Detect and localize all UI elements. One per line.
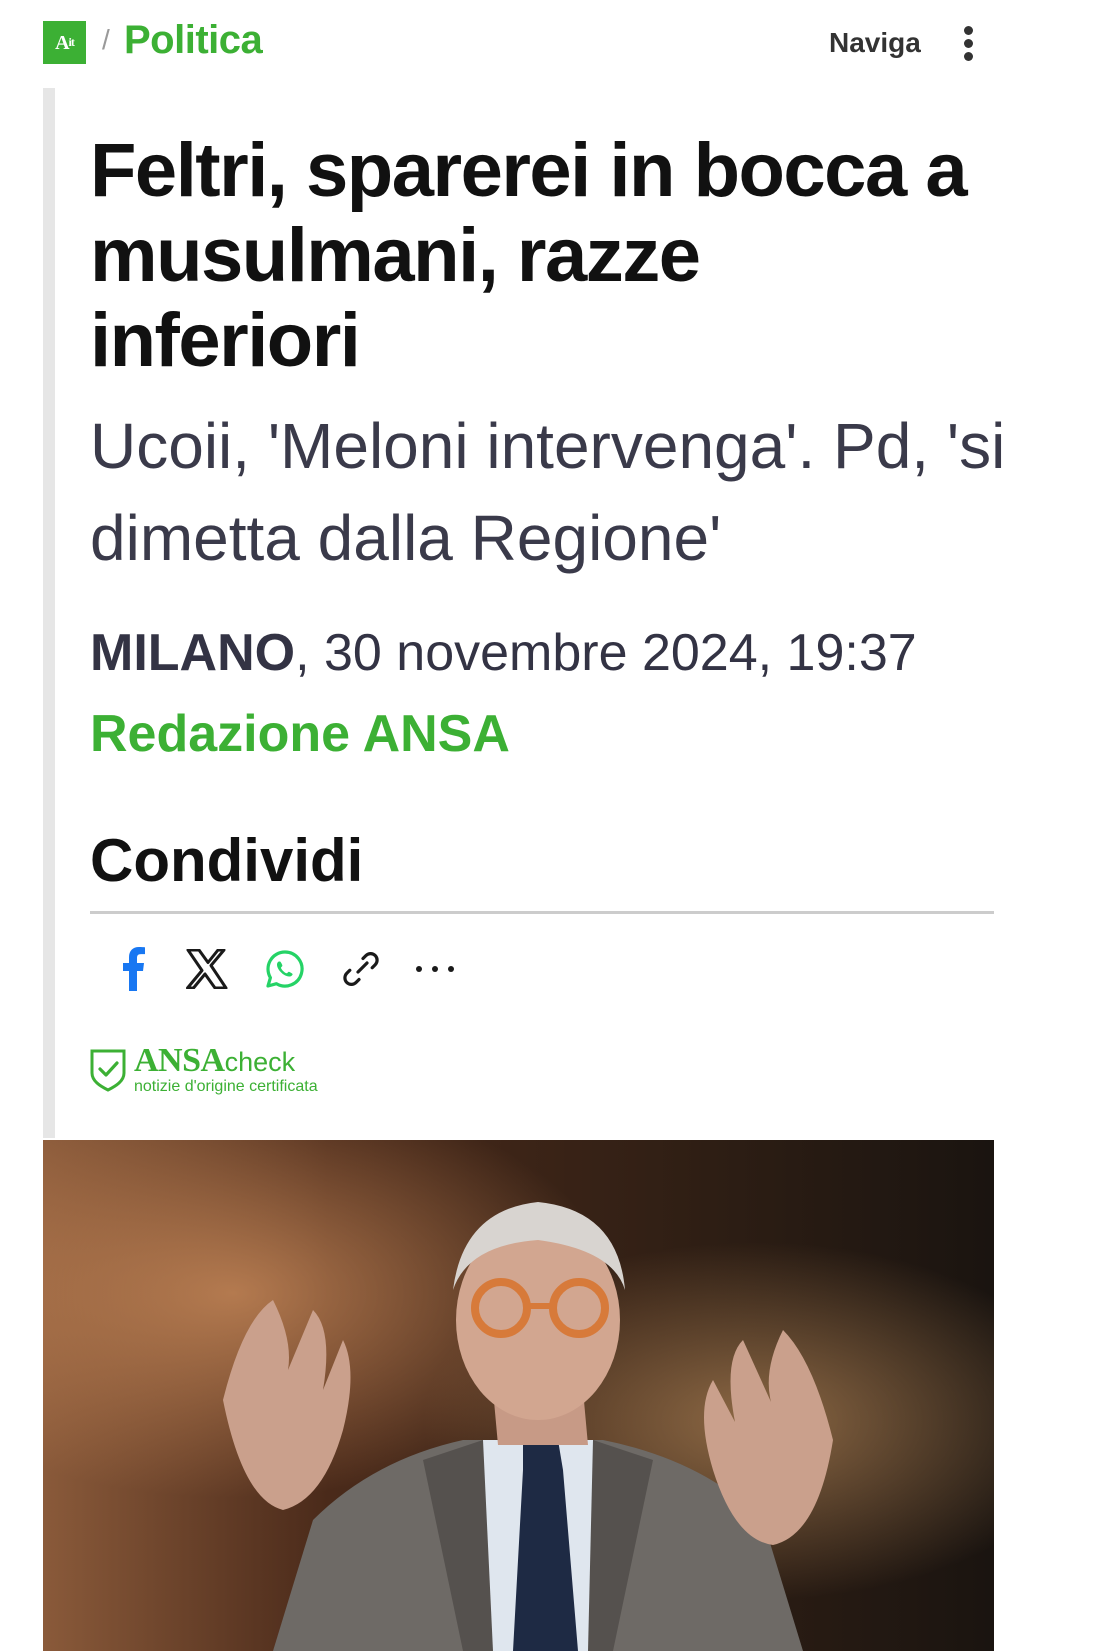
ansacheck-brand: ANSAcheck [134, 1042, 295, 1080]
share-x-button[interactable] [182, 944, 232, 994]
nav-button[interactable]: Naviga [829, 27, 921, 59]
share-whatsapp-button[interactable] [260, 944, 310, 994]
logo-suffix: it [68, 35, 75, 49]
more-icon [416, 966, 454, 972]
article-photo[interactable] [43, 1140, 994, 1651]
dateline-location: MILANO [90, 624, 296, 682]
x-icon [186, 949, 228, 989]
article-subtitle: Ucoii, 'Meloni intervenga'. Pd, 'si dime… [90, 410, 1006, 574]
breadcrumb-section[interactable]: Politica [124, 18, 263, 63]
shield-check-icon [90, 1049, 126, 1092]
share-link-button[interactable] [336, 944, 386, 994]
facebook-icon [123, 947, 145, 991]
link-icon [343, 952, 379, 986]
ansacheck-tagline: notizie d'origine certificata [134, 1078, 318, 1095]
article-headline: Feltri, sparerei in bocca a musulmani, r… [90, 128, 968, 383]
share-title: Condividi [90, 827, 364, 894]
photo-illustration [43, 1140, 994, 1651]
kebab-menu-icon[interactable] [958, 26, 978, 62]
ansa-logo[interactable]: Ait [43, 21, 86, 64]
ansacheck-brand-bold: ANSA [134, 1042, 225, 1079]
ansacheck-brand-light: check [224, 1047, 296, 1077]
dateline-date: , 30 novembre 2024, 19:37 [295, 624, 917, 682]
share-more-button[interactable] [410, 944, 460, 994]
article-dateline: MILANO, 30 novembre 2024, 19:37 [90, 622, 917, 684]
logo-letter: A [55, 32, 69, 54]
top-bar: Ait / Politica Naviga [0, 0, 1093, 86]
article-author[interactable]: Redazione ANSA [90, 703, 510, 765]
whatsapp-icon [266, 950, 304, 988]
breadcrumb-separator: / [102, 24, 110, 55]
left-accent-rule [43, 88, 55, 1138]
share-divider [90, 911, 994, 914]
share-facebook-button[interactable] [108, 944, 158, 994]
